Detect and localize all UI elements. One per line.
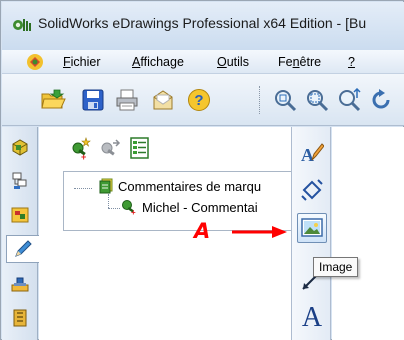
document-menu-icon[interactable] (26, 53, 44, 71)
main-toolbar: ? (2, 74, 404, 126)
rotate-icon[interactable] (366, 86, 396, 114)
panel-tab-strip (2, 127, 39, 340)
drawing-canvas[interactable] (332, 127, 404, 340)
save-icon[interactable] (78, 86, 108, 114)
markup-tab-icon[interactable] (6, 235, 39, 263)
svg-text:?: ? (194, 92, 203, 109)
text-pen-icon[interactable]: A (297, 137, 327, 167)
tree-connector (108, 194, 109, 208)
menu-outils[interactable]: Outils (217, 55, 249, 69)
tree-connector (74, 188, 92, 189)
tree-item-label: Commentaires de marqu (118, 178, 262, 194)
tree-connector (108, 208, 120, 209)
comments-folder-icon (98, 178, 114, 194)
menu-bar: Fichier Affichage Outils Fenêtre ? (2, 50, 404, 74)
edrawings-logo-icon (12, 17, 34, 33)
menu-affichage[interactable]: Affichage (132, 55, 184, 69)
image-tooltip: Image (313, 257, 359, 277)
markup-panel: + Commentaires de marqu + Michel - Comme… (39, 127, 291, 340)
svg-text:+: + (131, 208, 136, 215)
window-title: SolidWorks eDrawings Professional x64 Ed… (38, 15, 367, 31)
reply-comment-icon[interactable] (97, 135, 123, 161)
app-window: SolidWorks eDrawings Professional x64 Ed… (0, 0, 404, 340)
comment-pin-icon: + (120, 199, 138, 217)
menu-fenetre[interactable]: Fenêtre (278, 55, 321, 69)
tree-item-label: Michel - Commentai (142, 199, 258, 215)
menu-help[interactable]: ? (348, 55, 355, 69)
print-icon[interactable] (112, 86, 142, 114)
open-icon[interactable] (38, 86, 68, 114)
comments-tree: Commentaires de marqu + Michel - Comment… (63, 171, 291, 231)
stamp-tab-icon[interactable] (6, 270, 34, 298)
comment-list-icon[interactable] (127, 135, 153, 161)
configurations-tab-icon[interactable] (6, 167, 34, 195)
zoom-in-out-icon[interactable] (334, 86, 364, 114)
new-comment-icon[interactable]: + (67, 135, 93, 161)
zoom-area-icon[interactable] (302, 86, 332, 114)
menu-fichier[interactable]: Fichier (63, 55, 101, 69)
svg-text:A: A (302, 302, 323, 329)
annotation-letter: A (194, 219, 211, 243)
dimension-icon[interactable] (297, 175, 327, 205)
help-icon[interactable]: ? (184, 86, 214, 114)
zoom-fit-icon[interactable] (270, 86, 300, 114)
components-tab-icon[interactable] (6, 201, 34, 229)
svg-text:+: + (81, 152, 86, 160)
toolbar-separator (259, 86, 261, 114)
image-icon[interactable] (297, 213, 327, 243)
markup-toolbar: A A (291, 127, 331, 340)
text-icon[interactable]: A (297, 299, 327, 329)
panel-toolbar: + (39, 127, 291, 167)
parts-tab-icon[interactable] (6, 133, 34, 161)
annotation-arrow (232, 225, 288, 239)
tree-item-root[interactable]: Commentaires de marqu (98, 178, 261, 194)
svg-text:A: A (301, 145, 314, 164)
measure-tab-icon[interactable] (6, 304, 34, 332)
title-bar[interactable]: SolidWorks eDrawings Professional x64 Ed… (2, 2, 404, 50)
send-mail-icon[interactable] (148, 86, 178, 114)
tree-item-comment[interactable]: + Michel - Commentai (120, 199, 258, 217)
